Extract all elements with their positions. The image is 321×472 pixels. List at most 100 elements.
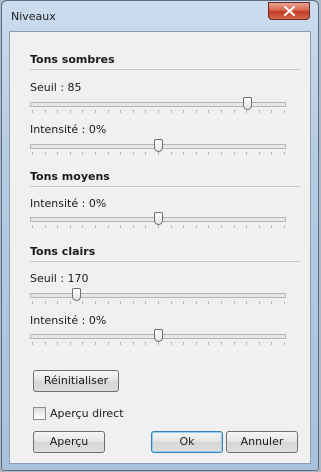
ok-button[interactable]: Ok (151, 431, 223, 453)
slider-tick (233, 152, 235, 155)
intensity-slider-mid[interactable] (30, 211, 286, 231)
slider-tick (158, 152, 159, 155)
slider-tick (233, 225, 235, 228)
slider-tick (120, 110, 122, 113)
slider-tick (158, 225, 159, 228)
intensity-slider-dark[interactable] (30, 138, 286, 158)
dialog-content: Tons sombres Seuil : 85 Intensité : 0% T… (9, 31, 311, 464)
slider-tick (195, 301, 197, 304)
slider-tick (69, 110, 71, 113)
cancel-button[interactable]: Annuler (226, 431, 298, 453)
slider-track (30, 293, 286, 298)
slider-tick (107, 152, 109, 155)
slider-tick (158, 110, 159, 113)
slider-tick (183, 342, 185, 345)
reset-button[interactable]: Réinitialiser (33, 370, 119, 392)
intensity-label-dark: Intensité : 0% (30, 123, 107, 136)
slider-tick (57, 110, 59, 113)
slider-tick (170, 301, 172, 304)
slider-ticks (32, 342, 285, 346)
slider-tick (158, 342, 159, 345)
slider-tick (32, 110, 33, 113)
slider-tick (32, 342, 33, 345)
window-title: Niveaux (11, 10, 56, 23)
slider-tick (95, 301, 96, 304)
slider-tick (32, 152, 33, 155)
slider-tick (82, 110, 84, 113)
slider-tick (120, 301, 122, 304)
slider-tick (120, 342, 122, 345)
slider-tick (132, 301, 134, 304)
section-title-dark-tones: Tons sombres (30, 53, 300, 70)
slider-tick (221, 110, 222, 113)
slider-tick (145, 225, 147, 228)
slider-tick (233, 301, 235, 304)
slider-tick (183, 225, 185, 228)
slider-tick (258, 110, 260, 113)
slider-tick (132, 110, 134, 113)
slider-tick (221, 152, 222, 155)
threshold-slider-light[interactable] (30, 287, 286, 307)
slider-tick (208, 110, 210, 113)
slider-tick (32, 301, 33, 304)
slider-tick (57, 301, 59, 304)
slider-tick (284, 225, 285, 228)
slider-tick (44, 152, 46, 155)
slider-tick (95, 342, 96, 345)
threshold-label-dark: Seuil : 85 (30, 81, 82, 94)
slider-tick (107, 225, 109, 228)
slider-tick (271, 110, 273, 113)
slider-ticks (32, 301, 285, 305)
slider-tick (258, 301, 260, 304)
slider-tick (69, 301, 71, 304)
slider-tick (258, 152, 260, 155)
slider-tick (57, 225, 59, 228)
slider-tick (145, 301, 147, 304)
live-preview-label[interactable]: Aperçu direct (50, 407, 124, 420)
title-bar[interactable]: Niveaux (2, 1, 318, 30)
slider-tick (158, 301, 159, 304)
slider-tick (233, 110, 235, 113)
slider-tick (271, 301, 273, 304)
slider-tick (132, 342, 134, 345)
slider-tick (221, 342, 222, 345)
slider-tick (258, 225, 260, 228)
live-preview-checkbox[interactable] (33, 407, 46, 420)
slider-tick (246, 110, 248, 113)
slider-tick (95, 110, 96, 113)
slider-tick (69, 225, 71, 228)
slider-tick (271, 225, 273, 228)
slider-ticks (32, 225, 285, 229)
slider-thumb[interactable] (72, 288, 82, 301)
section-title-mid-tones: Tons moyens (30, 170, 300, 187)
close-icon (284, 6, 295, 16)
slider-tick (44, 342, 46, 345)
slider-tick (145, 342, 147, 345)
slider-tick (195, 342, 197, 345)
slider-tick (57, 152, 59, 155)
threshold-slider-dark[interactable] (30, 96, 286, 116)
preview-button[interactable]: Aperçu (33, 431, 105, 453)
slider-tick (69, 152, 71, 155)
slider-tick (195, 152, 197, 155)
slider-tick (208, 301, 210, 304)
slider-tick (221, 301, 222, 304)
slider-tick (170, 152, 172, 155)
slider-tick (120, 152, 122, 155)
slider-thumb[interactable] (154, 329, 163, 342)
slider-tick (183, 152, 185, 155)
slider-thumb[interactable] (243, 97, 253, 110)
slider-tick (284, 342, 285, 345)
slider-thumb[interactable] (154, 139, 163, 152)
slider-tick (69, 342, 71, 345)
slider-tick (82, 225, 84, 228)
intensity-slider-light[interactable] (30, 328, 286, 348)
slider-tick (95, 225, 96, 228)
slider-tick (107, 301, 109, 304)
slider-tick (57, 342, 59, 345)
slider-ticks (32, 110, 285, 114)
slider-tick (44, 225, 46, 228)
slider-thumb[interactable] (154, 212, 163, 225)
close-button[interactable] (268, 2, 310, 20)
slider-tick (120, 225, 122, 228)
